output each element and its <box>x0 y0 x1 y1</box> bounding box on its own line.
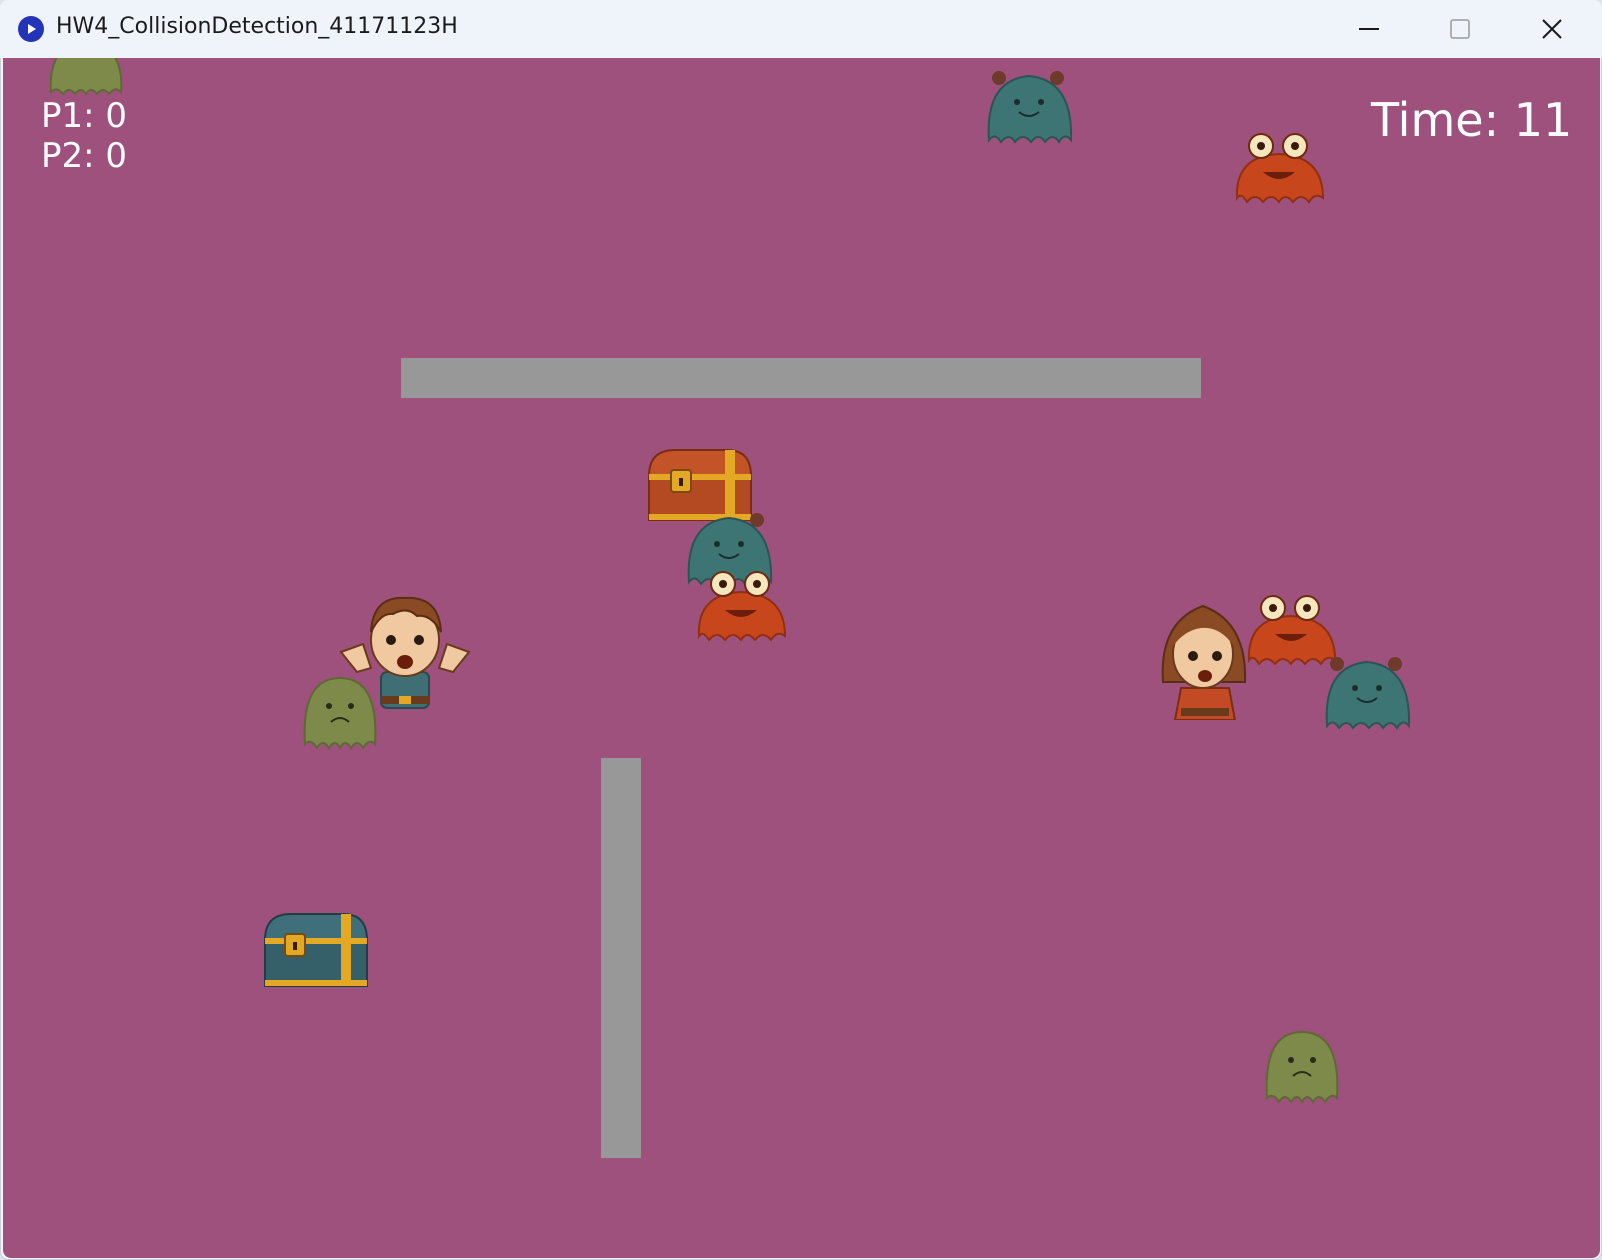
blue-chest-icon <box>263 913 369 987</box>
app-window: HW4_CollisionDetection_41171123H P1: 0 P… <box>0 0 1602 1260</box>
blue-treasure-chest <box>259 910 373 990</box>
orange-frog-blob-enemy <box>1231 132 1329 206</box>
teal-horned-slime-enemy <box>1321 652 1417 732</box>
close-button[interactable] <box>1506 0 1598 58</box>
green-ghost-icon <box>303 676 377 751</box>
p1-score: P1: 0 <box>41 96 128 136</box>
close-icon <box>1542 19 1562 39</box>
teal-slime-icon <box>1325 657 1411 730</box>
orange-frog-icon <box>1235 133 1325 204</box>
orange-frog-icon <box>697 571 787 642</box>
maximize-icon <box>1450 19 1470 39</box>
green-sad-ghost-enemy <box>1257 1026 1347 1106</box>
title-bar[interactable]: HW4_CollisionDetection_41171123H <box>0 0 1602 58</box>
green-sad-ghost-enemy <box>41 58 131 100</box>
wall-vertical <box>601 758 641 1158</box>
green-ghost-icon <box>49 58 123 96</box>
game-canvas[interactable]: P1: 0 P2: 0 Time: 11 <box>3 58 1600 1258</box>
wall-horizontal <box>401 358 1201 398</box>
window-title: HW4_CollisionDetection_41171123H <box>56 14 458 39</box>
teal-horned-slime-enemy <box>983 66 1079 146</box>
orange-frog-blob-enemy <box>693 570 791 644</box>
girl-player <box>1155 592 1255 720</box>
timer: Time: 11 <box>1371 93 1573 147</box>
p2-score: P2: 0 <box>41 136 128 176</box>
minimize-button[interactable] <box>1323 0 1415 58</box>
minimize-icon <box>1359 28 1379 30</box>
teal-slime-icon <box>987 71 1073 144</box>
green-ghost-icon <box>1265 1030 1339 1105</box>
green-sad-ghost-enemy <box>295 672 385 752</box>
play-circle-icon <box>18 16 44 42</box>
girl-character-icon <box>1161 604 1247 720</box>
maximize-button[interactable] <box>1414 0 1506 58</box>
